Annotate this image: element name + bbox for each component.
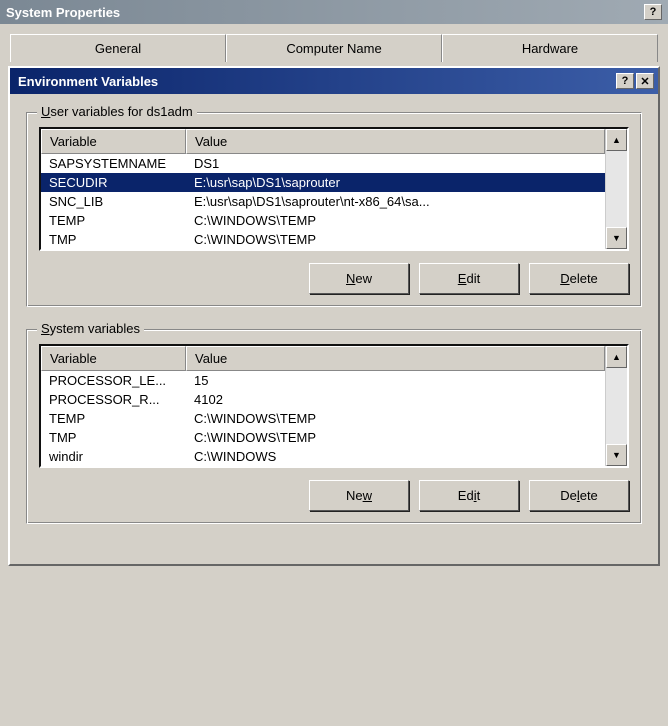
column-header-value[interactable]: Value	[186, 129, 605, 154]
variable-cell: TMP	[41, 430, 186, 445]
table-row[interactable]: windirC:\WINDOWS	[41, 447, 605, 466]
new-button[interactable]: New	[309, 263, 409, 294]
tab-general[interactable]: General	[10, 34, 226, 62]
user-scrollbar[interactable]: ▲ ▼	[605, 129, 627, 249]
window-title: System Properties	[6, 5, 120, 20]
table-row[interactable]: TEMPC:\WINDOWS\TEMP	[41, 409, 605, 428]
table-row[interactable]: TMPC:\WINDOWS\TEMP	[41, 230, 605, 249]
value-cell: C:\WINDOWS	[186, 449, 605, 464]
tab-hardware[interactable]: Hardware	[442, 34, 658, 62]
column-header-variable[interactable]: Variable	[41, 346, 186, 371]
user-variables-label: User variables for ds1adm	[37, 104, 197, 119]
system-variables-group: System variables Variable Value PROCESSO…	[26, 329, 642, 524]
variable-cell: PROCESSOR_LE...	[41, 373, 186, 388]
variable-cell: SECUDIR	[41, 175, 186, 190]
user-variables-group: User variables for ds1adm Variable Value…	[26, 112, 642, 307]
table-row[interactable]: SAPSYSTEMNAMEDS1	[41, 154, 605, 173]
system-scrollbar[interactable]: ▲ ▼	[605, 346, 627, 466]
system-variables-label: System variables	[37, 321, 144, 336]
variable-cell: PROCESSOR_R...	[41, 392, 186, 407]
delete-button[interactable]: Delete	[529, 480, 629, 511]
table-row[interactable]: PROCESSOR_LE...15	[41, 371, 605, 390]
value-cell: C:\WINDOWS\TEMP	[186, 411, 605, 426]
value-cell: 15	[186, 373, 605, 388]
environment-variables-dialog: Environment Variables ? ✕ User variables…	[8, 66, 660, 566]
user-variables-list[interactable]: Variable Value SAPSYSTEMNAMEDS1SECUDIRE:…	[39, 127, 629, 251]
table-row[interactable]: TMPC:\WINDOWS\TEMP	[41, 428, 605, 447]
table-row[interactable]: SECUDIRE:\usr\sap\DS1\saprouter	[41, 173, 605, 192]
value-cell: C:\WINDOWS\TEMP	[186, 430, 605, 445]
dialog-titlebar: Environment Variables ? ✕	[10, 68, 658, 94]
help-icon[interactable]: ?	[644, 4, 662, 20]
value-cell: E:\usr\sap\DS1\saprouter	[186, 175, 605, 190]
table-row[interactable]: SNC_LIBE:\usr\sap\DS1\saprouter\nt-x86_6…	[41, 192, 605, 211]
edit-button[interactable]: Edit	[419, 480, 519, 511]
system-properties-titlebar: System Properties ?	[0, 0, 668, 24]
scroll-up-icon[interactable]: ▲	[606, 129, 627, 151]
value-cell: E:\usr\sap\DS1\saprouter\nt-x86_64\sa...	[186, 194, 605, 209]
table-row[interactable]: TEMPC:\WINDOWS\TEMP	[41, 211, 605, 230]
scroll-track[interactable]	[606, 151, 627, 227]
value-cell: 4102	[186, 392, 605, 407]
variable-cell: TMP	[41, 232, 186, 247]
tabstrip: General Computer Name Hardware	[0, 24, 668, 62]
variable-cell: SAPSYSTEMNAME	[41, 156, 186, 171]
scroll-up-icon[interactable]: ▲	[606, 346, 627, 368]
scroll-down-icon[interactable]: ▼	[606, 444, 627, 466]
value-cell: C:\WINDOWS\TEMP	[186, 213, 605, 228]
column-header-value[interactable]: Value	[186, 346, 605, 371]
delete-button[interactable]: Delete	[529, 263, 629, 294]
scroll-down-icon[interactable]: ▼	[606, 227, 627, 249]
scroll-track[interactable]	[606, 368, 627, 444]
close-icon[interactable]: ✕	[636, 73, 654, 89]
dialog-title: Environment Variables	[18, 74, 158, 89]
tab-computer-name[interactable]: Computer Name	[226, 34, 442, 62]
system-variables-list[interactable]: Variable Value PROCESSOR_LE...15PROCESSO…	[39, 344, 629, 468]
variable-cell: TEMP	[41, 213, 186, 228]
value-cell: DS1	[186, 156, 605, 171]
edit-button[interactable]: Edit	[419, 263, 519, 294]
variable-cell: TEMP	[41, 411, 186, 426]
value-cell: C:\WINDOWS\TEMP	[186, 232, 605, 247]
column-header-variable[interactable]: Variable	[41, 129, 186, 154]
table-row[interactable]: PROCESSOR_R...4102	[41, 390, 605, 409]
variable-cell: windir	[41, 449, 186, 464]
variable-cell: SNC_LIB	[41, 194, 186, 209]
new-button[interactable]: New	[309, 480, 409, 511]
dialog-help-icon[interactable]: ?	[616, 73, 634, 89]
